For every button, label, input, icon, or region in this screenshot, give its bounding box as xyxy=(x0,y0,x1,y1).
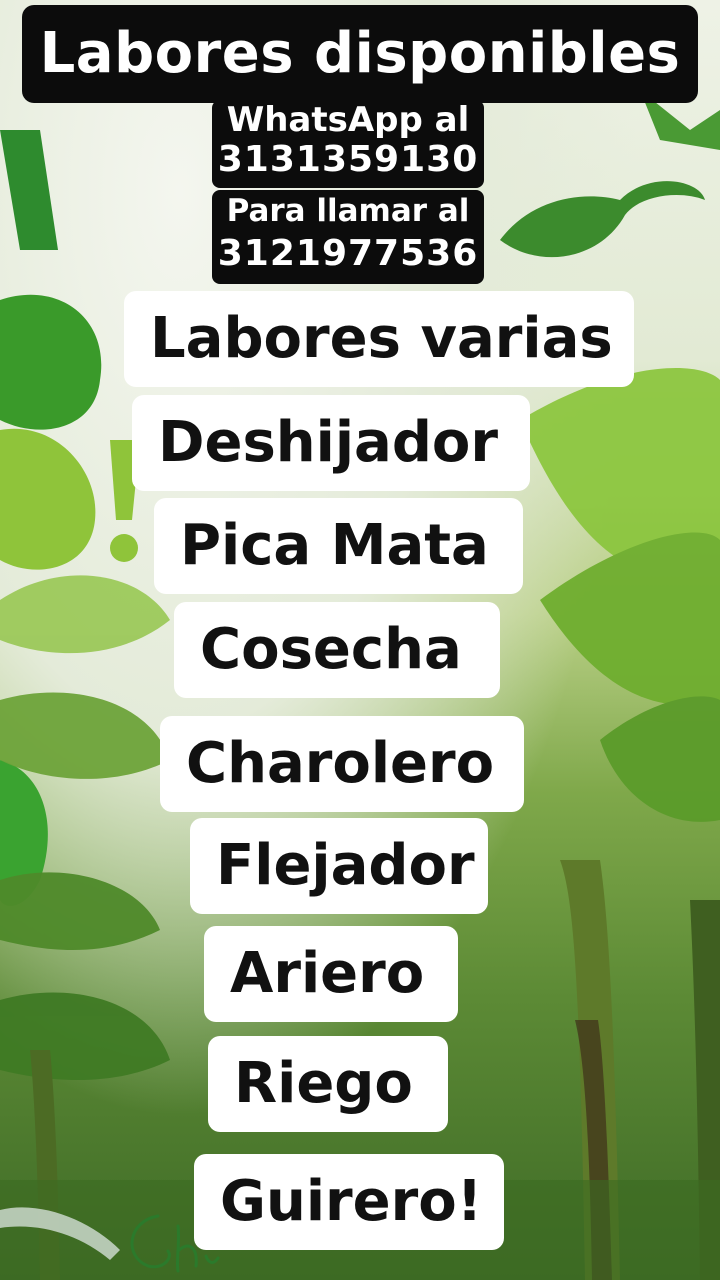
job-item-riego: Riego xyxy=(208,1036,448,1132)
job-item-flejador: Flejador xyxy=(190,818,488,914)
whatsapp-contact-box: WhatsApp al 3131359130 xyxy=(212,100,484,188)
job-item-charolero: Charolero xyxy=(160,716,524,812)
job-item-guirero: Guirero! xyxy=(194,1154,504,1250)
job-item-cosecha: Cosecha xyxy=(174,602,500,698)
whatsapp-number[interactable]: 3131359130 xyxy=(212,140,484,180)
call-label: Para llamar al xyxy=(226,193,470,229)
logo-script-graphic xyxy=(500,90,720,258)
job-item-ariero: Ariero xyxy=(204,926,458,1022)
whatsapp-label: WhatsApp al xyxy=(226,100,470,140)
job-item-pica-mata: Pica Mata xyxy=(154,498,523,594)
page-title: Labores disponibles xyxy=(22,5,698,103)
signature-graphic xyxy=(130,1214,220,1273)
job-item-labores-varias: Labores varias xyxy=(124,291,634,387)
job-item-deshijador: Deshijador xyxy=(132,395,530,491)
logo-lettering-graphic xyxy=(0,130,140,906)
call-contact-box: Para llamar al 3121977536 xyxy=(212,190,484,284)
call-number[interactable]: 3121977536 xyxy=(212,232,484,276)
